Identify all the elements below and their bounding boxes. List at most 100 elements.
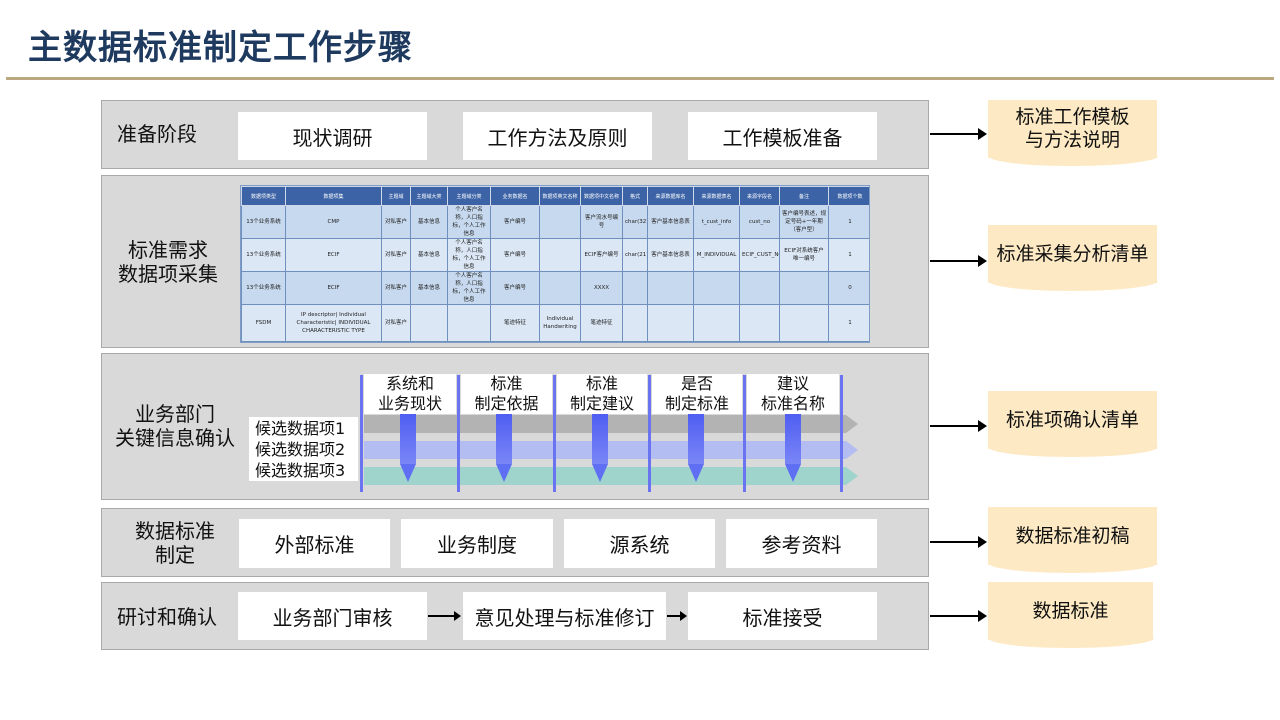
- table-cell: 客户信息描述: [580, 341, 623, 342]
- step-4-line2: 制定标准: [664, 394, 729, 413]
- step-5-line2: 标准名称: [760, 394, 825, 413]
- define-box-policy: 业务制度: [401, 519, 553, 568]
- step-1-line1: 系统和: [385, 374, 434, 393]
- define-box-external: 外部标准: [239, 519, 390, 568]
- step-header-2: 标准 制定依据: [461, 374, 552, 414]
- prepare-label: 准备阶段: [117, 122, 197, 146]
- table-cell: [779, 341, 829, 342]
- candidate-item-2: 候选数据项2: [255, 440, 346, 459]
- define-box-reference: 参考资料: [726, 519, 877, 568]
- table-cell: 1: [828, 205, 869, 239]
- table-cell: 客户流水号编号: [580, 205, 623, 239]
- table-cell: 0: [828, 271, 869, 305]
- data-table: 数据项类型 数据项集 主题域 主题域大类 主题域分类 业务数据名 数据项英文名称 数据项中文名…: [241, 186, 869, 342]
- prepare-output-line2: 与方法说明: [1024, 129, 1120, 151]
- review-arrow-2: [667, 611, 687, 621]
- candidate-item-3: 候选数据项3: [255, 461, 346, 480]
- table-cell: 客户编号: [490, 238, 540, 272]
- define-label-line1: 数据标准: [135, 519, 215, 543]
- table-cell: t_cust_info: [693, 205, 740, 239]
- table-header-cell: 数据项集: [285, 186, 382, 206]
- table-cell: 对私客户: [381, 341, 411, 342]
- table-header-cell: 数据项中文名称: [580, 186, 623, 206]
- table-cell: Individual Handwriting: [539, 304, 581, 342]
- table-cell: 1: [828, 341, 869, 342]
- candidate-item-1: 候选数据项1: [255, 419, 346, 438]
- table-cell: ECIF: [285, 238, 382, 272]
- table-cell: [647, 341, 694, 342]
- step-divider-0: [360, 375, 363, 492]
- prepare-box-survey: 现状调研: [238, 112, 427, 160]
- table-cell: [622, 304, 648, 342]
- table-cell: ECIF客户编号: [580, 238, 623, 272]
- table-row: 13个业务系统 ECIF 对私客户 基本信息 个人客户名称，人口指标，个人工作信息 客户编…: [241, 238, 869, 272]
- table-header-cell: 主题域大类: [410, 186, 448, 206]
- confirm-label-line2: 关键信息确认: [115, 426, 235, 450]
- step-header-1: 系统和 业务现状: [364, 374, 456, 414]
- step-divider-1: [457, 375, 460, 492]
- prepare-output-arrow: [930, 128, 987, 140]
- table-cell: [693, 271, 740, 305]
- table-cell: 对私客户: [381, 238, 411, 272]
- collection-table: 数据项类型 数据项集 主题域 主题域大类 主题域分类 业务数据名 数据项英文名称 数据项中文名…: [240, 185, 870, 343]
- table-header-cell: 数据项类型: [241, 186, 286, 206]
- review-label: 研讨和确认: [117, 605, 217, 629]
- table-cell: 客户信息描述: [490, 341, 540, 342]
- table-cell: 1: [828, 304, 869, 342]
- table-cell: [410, 304, 448, 342]
- table-cell: 对私客户: [381, 271, 411, 305]
- review-box-audit: 业务部门审核: [238, 592, 427, 640]
- collect-label-line2: 数据项采集: [118, 262, 218, 286]
- table-cell: [647, 304, 694, 342]
- table-cell: 个人客户名称，人口指标，个人工作信息: [447, 271, 491, 305]
- table-cell: [539, 205, 581, 239]
- review-arrow-1: [428, 611, 461, 621]
- step-divider-4: [743, 375, 746, 492]
- step-divider-2: [553, 375, 556, 492]
- table-cell: 客户编号: [490, 271, 540, 305]
- table-cell: 个人客户名称，人口指标，个人工作信息: [447, 238, 491, 272]
- table-cell: [410, 341, 448, 342]
- prepare-box-method: 工作方法及原则: [463, 112, 652, 160]
- step-2-line2: 制定依据: [474, 394, 539, 413]
- table-header-cell: 来源字段名: [739, 186, 780, 206]
- confirm-label-line1: 业务部门: [135, 402, 215, 426]
- table-cell: [539, 271, 581, 305]
- table-row: 13个业务系统 CMP 对私客户 基本信息 个人客户名称，人口指标，个人工作信息 客户编号…: [241, 205, 869, 239]
- table-cell: 笔迹特征: [490, 304, 540, 342]
- table-row: 13个业务系统 ECIF 对私客户 基本信息 个人客户名称，人口指标，个人工作信息 客户编…: [241, 271, 869, 305]
- step-header-5: 建议 标准名称: [747, 374, 839, 414]
- review-output-note: 数据标准: [988, 582, 1153, 640]
- table-header-cell: 备注: [779, 186, 829, 206]
- prepare-box-template: 工作模板准备: [688, 112, 877, 160]
- collect-output-note: 标准采集分析清单: [988, 225, 1157, 283]
- table-cell: 客户基本信息表: [647, 205, 694, 239]
- table-cell: 基本信息: [410, 205, 448, 239]
- table-cell: 业务规范: [241, 341, 286, 342]
- table-cell: [779, 304, 829, 342]
- collect-output-arrow: [930, 255, 987, 267]
- table-header-cell: 来源数据库名: [647, 186, 694, 206]
- table-cell: 客户编号: [490, 205, 540, 239]
- table-cell: [539, 341, 581, 342]
- table-cell: [693, 341, 740, 342]
- prepare-output-note: 标准工作模板 与方法说明: [988, 100, 1157, 158]
- table-cell: [739, 341, 780, 342]
- table-cell: char(32): [622, 205, 648, 239]
- title-divider: [6, 77, 1274, 80]
- table-cell: 个人客户名称，人口指标，个人工作信息: [447, 205, 491, 239]
- table-header-cell: 来源数据表名: [693, 186, 740, 206]
- confirm-output-arrow: [930, 420, 987, 432]
- page-title: 主数据标准制定工作步骤: [28, 28, 413, 68]
- step-divider-3: [648, 375, 651, 492]
- table-cell: IP descriptor| Individual Characteristic…: [285, 304, 382, 342]
- define-output-note: 数据标准初稿: [988, 507, 1157, 565]
- define-label-line2: 制定: [155, 543, 195, 567]
- table-cell: 对私客户: [381, 304, 411, 342]
- table-cell: 基本信息: [410, 238, 448, 272]
- table-header-cell: 业务数据名: [490, 186, 540, 206]
- review-output-arrow: [930, 610, 987, 622]
- table-cell: XXXX: [580, 271, 623, 305]
- table-cell: 13个业务系统: [241, 238, 286, 272]
- step-3-line2: 制定建议: [569, 394, 634, 413]
